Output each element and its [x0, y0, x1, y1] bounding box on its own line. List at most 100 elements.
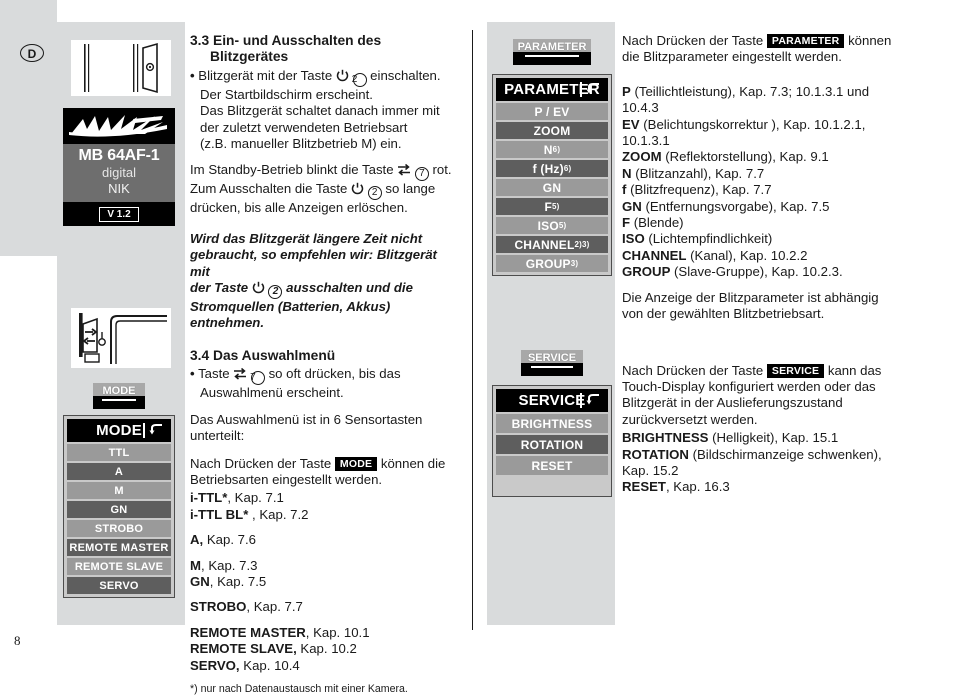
inline-mode-key-tag[interactable]: MODE — [334, 456, 378, 471]
parameter-menu-item-label: CHANNEL — [514, 237, 575, 252]
mode-list-item: GN, Kap. 7.5 — [190, 574, 452, 590]
note-line3-a: der Taste — [190, 280, 252, 296]
service-hardware-key[interactable]: SERVICE — [521, 350, 583, 376]
mode-list-item: i-TTL BL* , Kap. 7.2 — [190, 507, 452, 523]
parameter-list-item-name: CHANNEL — [622, 247, 687, 263]
parameter-menu-item[interactable]: CHANNEL 2)3) — [496, 236, 608, 253]
parameter-menu-item[interactable]: GN — [496, 179, 608, 196]
parameter-list-item-name: ZOOM — [622, 149, 662, 165]
parameter-menu-item-label: ZOOM — [533, 123, 571, 138]
parameter-menu-item[interactable]: N 6) — [496, 141, 608, 158]
service-list-item-reference: Kap. 15.2 — [622, 462, 679, 478]
key-number-2: 2 — [352, 72, 367, 87]
parameter-menu-item-label: F — [544, 199, 552, 214]
bullet-selection-part1: Taste — [198, 366, 234, 382]
parameter-reference-list: P (Teillichtleistung), Kap. 7.3; 10.1.3.… — [622, 84, 912, 281]
mode-menu-item[interactable]: STROBO — [67, 520, 171, 537]
parameter-menu-item[interactable]: P / EV — [496, 103, 608, 120]
mode-list-item-reference: , Kap. 10.1 — [305, 624, 370, 640]
back-arrow-icon[interactable] — [585, 80, 603, 98]
parameter-menu-item-label: f (Hz) — [532, 161, 564, 176]
section-3-3-title-line2: Blitzgerätes — [210, 49, 289, 65]
bullet-power-on: • Blitzgerät mit der Taste 2 einschalten… — [190, 67, 441, 152]
parameter-list-item-reference: (Kanal), Kap. 10.2.2 — [686, 247, 808, 263]
parameter-list-item-reference: (Belichtungskorrektur ), Kap. 10.1.2.1, — [639, 116, 866, 132]
service-para-line3: Blitzgerät in der Auslieferungszustand — [622, 395, 843, 411]
mode-menu-item[interactable]: SERVO — [67, 577, 171, 594]
inline-parameter-key-tag[interactable]: PARAMETER — [766, 34, 845, 48]
mode-list-item: REMOTE MASTER, Kap. 10.1 — [190, 625, 452, 641]
subdivided-line1: Das Auswahlmenü ist in 6 Sensortasten — [190, 411, 423, 427]
right-text-column: Nach Drücken der Taste PARAMETER können … — [622, 33, 912, 496]
mode-menu-item[interactable]: M — [67, 482, 171, 499]
parameter-list-item-name: N — [622, 165, 632, 181]
parameter-menu-screen: PARAMETER P / EV ZOOM N 6) f (Hz) 6) GN F 5) ISO 5… — [492, 74, 612, 276]
parameter-menu-item[interactable]: F 5) — [496, 198, 608, 215]
bullet-selection-line2: Auswahlmenü erscheint. — [200, 385, 344, 401]
depends-line1: Die Anzeige der Blitzparameter ist abhän… — [622, 289, 879, 305]
standby-line2-b: so lange — [381, 181, 436, 197]
back-arrow-icon[interactable] — [585, 391, 603, 409]
service-menu-item[interactable]: RESET — [496, 456, 608, 475]
inline-service-key-tag[interactable]: SERVICE — [766, 363, 825, 378]
swap-arrows-icon — [234, 368, 247, 380]
parameter-list-item-name: EV — [622, 116, 640, 132]
mode-menu-item[interactable]: REMOTE SLAVE — [67, 558, 171, 575]
parameter-key-paragraph: Nach Drücken der Taste PARAMETER können … — [622, 33, 912, 66]
parameter-list-item: f (Blitzfrequenz), Kap. 7.7 — [622, 182, 912, 198]
mode-list-item-reference: , Kap. 7.1 — [227, 490, 284, 506]
mode-list-item: A, Kap. 7.6 — [190, 532, 452, 548]
mode-list-item-reference: , Kap. 7.7 — [246, 599, 303, 615]
mode-list-item-name: A, — [190, 532, 204, 548]
mode-reference-list: i-TTL*, Kap. 7.1 i-TTL BL* , Kap. 7.2 A, K… — [190, 490, 452, 674]
mode-key-paragraph: Nach Drücken der Taste MODE können die B… — [190, 456, 452, 489]
mode-hardware-key[interactable]: MODE — [93, 383, 145, 409]
standby-paragraph: Im Standby-Betrieb blinkt die Taste 7 ro… — [190, 162, 452, 216]
flash-model-name: MB 64AF-1 — [78, 147, 160, 164]
flash-variant: digital — [102, 165, 136, 180]
service-list-item-name: ROTATION — [622, 446, 689, 462]
mode-menu-item[interactable]: REMOTE MASTER — [67, 539, 171, 556]
service-menu-item[interactable]: BRIGHTNESS — [496, 414, 608, 433]
metz-wordmark-icon — [69, 115, 167, 137]
note-paragraph: Wird das Blitzgerät längere Zeit nicht g… — [190, 231, 452, 332]
note-line1: Wird das Blitzgerät längere Zeit nicht — [190, 230, 423, 246]
parameter-list-item-name: GROUP — [622, 264, 671, 280]
bullet-power-on-line3: Das Blitzgerät schaltet danach immer mit — [200, 103, 440, 119]
key-number-2: 2 — [367, 186, 382, 201]
parameter-hardware-key[interactable]: PARAMETER — [513, 39, 591, 65]
service-menu-screen: SERVICE BRIGHTNESS ROTATION RESET — [492, 385, 612, 497]
parameter-menu-item[interactable]: GROUP 3) — [496, 255, 608, 272]
note-line4: Stromquellen (Batterien, Akkus) entnehme… — [190, 299, 391, 331]
column-divider — [472, 30, 473, 630]
parameter-list-item-reference: (Entfernungsvorgabe), Kap. 7.5 — [641, 198, 830, 214]
mode-list-item: STROBO, Kap. 7.7 — [190, 599, 452, 615]
mode-list-item-name: i-TTL* — [190, 490, 228, 506]
mode-menu-item[interactable]: TTL — [67, 444, 171, 461]
standby-line3: drücken, bis alle Anzeigen erlöschen. — [190, 200, 408, 216]
mode-list-item-name: REMOTE MASTER — [190, 624, 306, 640]
parameter-para-line2: die Blitzparameter eingestellt werden. — [622, 49, 842, 65]
subdivided-line2: unterteilt: — [190, 428, 245, 444]
metz-model-band: MB 64AF-1 digital NIK — [63, 144, 175, 202]
mode-menu-screen: MODE TTL A M GN STROBO REMOTE MASTER REMOTE SL… — [63, 415, 175, 598]
mode-list-item: REMOTE SLAVE, Kap. 10.2 — [190, 641, 452, 657]
parameter-menu-item-label: P / EV — [534, 104, 570, 119]
parameter-menu-item[interactable]: ISO 5) — [496, 217, 608, 234]
flash-mount-type: NIK — [108, 181, 130, 196]
mode-list-item-reference: , Kap. 7.3 — [201, 557, 258, 573]
parameter-list-item: F (Blende) — [622, 215, 912, 231]
back-arrow-icon[interactable] — [148, 421, 166, 439]
parameter-menu-item[interactable]: ZOOM — [496, 122, 608, 139]
mode-menu-item[interactable]: GN — [67, 501, 171, 518]
parameter-menu-item[interactable]: f (Hz) 6) — [496, 160, 608, 177]
service-menu-item[interactable]: ROTATION — [496, 435, 608, 454]
footnote: *) nur nach Datenaustausch mit einer Kam… — [190, 682, 408, 695]
parameter-list-item-reference: (Lichtempfindlichkeit) — [644, 231, 773, 247]
parameter-list-item: ZOOM (Reflektorstellung), Kap. 9.1 — [622, 149, 912, 165]
bullet-power-on-part1: Blitzgerät mit der Taste — [198, 67, 336, 83]
parameter-list-item: ISO (Lichtempfindlichkeit) — [622, 231, 912, 247]
parameter-list-item: EV (Belichtungskorrektur ), Kap. 10.1.2.… — [622, 117, 912, 133]
mode-menu-item[interactable]: A — [67, 463, 171, 480]
parameter-key-underline — [525, 55, 579, 57]
